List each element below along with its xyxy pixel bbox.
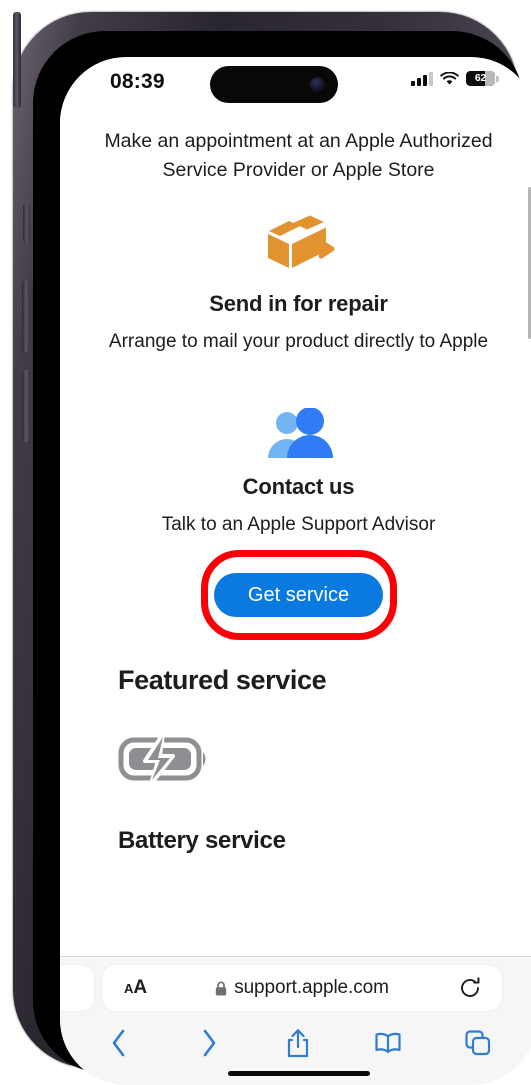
battery-service-title: Battery service (118, 827, 286, 854)
phone-bezel: 08:39 62 Make an appointment at an Apple… (33, 31, 531, 1085)
safari-bottom-bar: AA support.apple.com (60, 956, 531, 1085)
volume-up-button[interactable] (22, 280, 30, 352)
mute-switch[interactable] (23, 204, 30, 242)
phone-device-frame: 08:39 62 Make an appointment at an Apple… (13, 12, 531, 1085)
get-service-button[interactable]: Get service (213, 573, 384, 617)
option-title-contact-us: Contact us (242, 474, 355, 499)
safari-tab-strip: AA support.apple.com (60, 965, 531, 1011)
web-page-content: Make an appointment at an Apple Authoriz… (60, 109, 531, 957)
home-indicator (227, 1071, 370, 1076)
option-title-send-in-repair: Send in for repair (209, 291, 388, 316)
power-button[interactable] (13, 12, 21, 108)
cellular-signal-icon (411, 71, 433, 86)
front-camera-icon (310, 77, 325, 92)
share-button[interactable] (278, 1023, 318, 1063)
option-subtitle-contact-us: Talk to an Apple Support Advisor (161, 514, 436, 535)
url-bar[interactable]: AA support.apple.com (102, 965, 502, 1011)
back-button[interactable] (99, 1023, 139, 1063)
safari-navigation-toolbar (60, 1015, 531, 1071)
wifi-icon (440, 71, 459, 85)
shipping-box-arrow-icon (60, 215, 531, 277)
url-display: support.apple.com (102, 965, 502, 1011)
battery-percent-label: 62 (474, 72, 487, 84)
url-text: support.apple.com (234, 977, 389, 998)
reload-icon[interactable] (458, 976, 482, 1000)
get-service-area: Get service (60, 550, 531, 640)
volume-down-button[interactable] (22, 370, 30, 442)
dynamic-island (210, 66, 338, 103)
two-people-icon (60, 408, 531, 460)
adjacent-tab[interactable] (60, 965, 94, 1011)
option-subtitle-send-in-repair: Arrange to mail your product directly to… (108, 331, 489, 352)
featured-service-heading: Featured service (118, 665, 327, 695)
intro-paragraph: Make an appointment at an Apple Authoriz… (104, 130, 493, 181)
bookmarks-button[interactable] (368, 1023, 408, 1063)
status-bar-clock: 08:39 (110, 70, 165, 93)
lock-icon (215, 981, 227, 995)
battery-charging-icon (118, 730, 531, 791)
status-bar-indicators: 62 (411, 71, 499, 86)
forward-button[interactable] (189, 1023, 229, 1063)
battery-icon: 62 (466, 71, 499, 86)
phone-screen: 08:39 62 Make an appointment at an Apple… (60, 57, 531, 1085)
tabs-button[interactable] (458, 1023, 498, 1063)
status-bar: 08:39 62 (60, 57, 531, 109)
